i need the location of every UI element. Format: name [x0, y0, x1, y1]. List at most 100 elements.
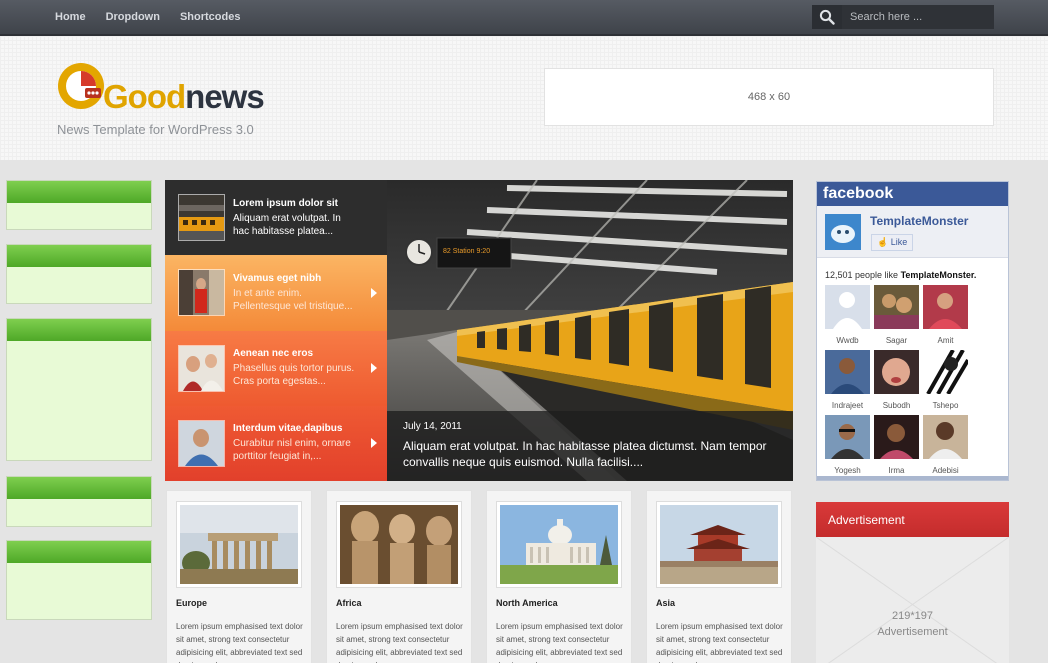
- advertisement-title: Advertisement: [816, 502, 1009, 537]
- banner-size-label: 468 x 60: [747, 91, 791, 103]
- fan-name: Adebisi: [932, 466, 959, 475]
- logo-mark-icon: [58, 63, 104, 109]
- facebook-footer-bar: [817, 476, 1008, 480]
- card-excerpt: Lorem ipsum emphasised text dolor sit am…: [656, 622, 783, 663]
- fan-name: Wwdb: [836, 336, 859, 345]
- ad-placeholder-cross: [816, 537, 1009, 663]
- slider-caption-text: Aliquam erat volutpat. In hac habitasse …: [403, 439, 767, 469]
- widget-title-bar: [7, 477, 151, 499]
- sidebar-widget-5: [6, 540, 152, 620]
- search-button[interactable]: [812, 5, 842, 29]
- facebook-fan[interactable]: Sagar: [874, 285, 919, 345]
- slider-thumbnail: [178, 194, 225, 242]
- slider-item[interactable]: Vivamus eget nibh In et ante enim. Pelle…: [165, 255, 387, 331]
- like-label: Like: [890, 237, 908, 247]
- slider-item-title: Interdum vitae,dapibus: [233, 423, 343, 435]
- facebook-fan[interactable]: Yogesh: [825, 415, 870, 475]
- slider-item[interactable]: Aenean nec eros Phasellus quis tortor pu…: [165, 330, 387, 406]
- slider-item-title: Lorem ipsum dolor sit: [233, 197, 339, 209]
- search-input[interactable]: [842, 5, 994, 29]
- category-card-north-america[interactable]: North America Lorem ipsum emphasised tex…: [486, 490, 632, 663]
- category-card-asia[interactable]: Asia Lorem ipsum emphasised text dolor s…: [646, 490, 792, 663]
- slider-item[interactable]: Lorem ipsum dolor sit Aliquam erat volut…: [165, 180, 387, 256]
- facebook-fan[interactable]: Amit: [923, 285, 968, 345]
- search-icon: [819, 9, 835, 25]
- ad-size-label: 219*197: [892, 610, 933, 622]
- main-menu: Home Dropdown Shortcodes: [55, 0, 240, 34]
- facebook-fan[interactable]: Subodh: [874, 350, 919, 410]
- advertisement-widget: Advertisement 219*197 Advertisement: [816, 502, 1009, 663]
- slider-nav-list: Lorem ipsum dolor sit Aliquam erat volut…: [165, 180, 387, 481]
- slider-item-text: Interdum vitae,dapibus Curabitur nisl en…: [233, 423, 351, 463]
- slider-caption: July 14, 2011 Aliquam erat volutpat. In …: [387, 411, 793, 481]
- fan-name: Irma: [888, 466, 905, 475]
- fan-name: Subodh: [882, 401, 911, 410]
- advertisement-placeholder[interactable]: 219*197 Advertisement: [816, 537, 1009, 663]
- facebook-like-box: facebook TemplateMonster ☝ Like 12,501 p…: [816, 181, 1009, 481]
- fan-name: Yogesh: [834, 466, 861, 475]
- facebook-fan-count: 12,501 people like TemplateMonster.: [825, 270, 977, 280]
- chevron-right-icon: [371, 438, 377, 449]
- slider-item[interactable]: Interdum vitae,dapibus Curabitur nisl en…: [165, 405, 387, 481]
- chevron-right-icon: [371, 363, 377, 374]
- nav-home[interactable]: Home: [55, 11, 86, 23]
- category-card-europe[interactable]: Europe Lorem ipsum emphasised text dolor…: [166, 490, 312, 663]
- facebook-page-avatar[interactable]: [825, 214, 861, 250]
- sidebar-widget-3: [6, 318, 152, 461]
- card-excerpt: Lorem ipsum emphasised text dolor sit am…: [176, 622, 303, 663]
- thumbs-up-icon: ☝: [877, 237, 889, 247]
- station-sign-text: 82 Station 9:20: [443, 248, 490, 255]
- card-excerpt: Lorem ipsum emphasised text dolor sit am…: [496, 622, 623, 663]
- sidebar-widget-4: [6, 476, 152, 527]
- site-logo[interactable]: Goodnews News Template for WordPress 3.0: [55, 55, 285, 145]
- widget-title-bar: [7, 319, 151, 341]
- card-title[interactable]: North America: [496, 598, 558, 608]
- nav-shortcodes[interactable]: Shortcodes: [180, 11, 241, 23]
- widget-title-bar: [7, 181, 151, 203]
- facebook-fan[interactable]: Tshepo: [923, 349, 970, 410]
- search-box: [812, 5, 994, 29]
- slider-item-text: Lorem ipsum dolor sit Aliquam erat volut…: [233, 198, 341, 238]
- fan-name: Indrajeet: [831, 401, 864, 410]
- slider-item-line: Curabitur nisl enim, ornare: [233, 438, 351, 450]
- facebook-header[interactable]: facebook: [817, 182, 1008, 206]
- card-title[interactable]: Asia: [656, 598, 675, 608]
- slider-item-text: Vivamus eget nibh In et ante enim. Pelle…: [233, 273, 353, 313]
- facebook-fan[interactable]: Irma: [874, 415, 919, 475]
- category-card-africa[interactable]: Africa Lorem ipsum emphasised text dolor…: [326, 490, 472, 663]
- sidebar-widget-2: [6, 244, 152, 304]
- slider-caption-date: July 14, 2011: [403, 421, 462, 432]
- slider-item-line: Cras porta egestas...: [233, 376, 326, 388]
- featured-slider: Lorem ipsum dolor sit Aliquam erat volut…: [165, 180, 793, 481]
- sidebar-widget-1: [6, 180, 152, 230]
- slider-main-image[interactable]: 82 Station 9:20 July 14, 2011 Aliquam er…: [387, 180, 793, 481]
- site-header: Goodnews News Template for WordPress 3.0…: [0, 36, 1048, 160]
- ad-text-label: Advertisement: [877, 626, 948, 638]
- facebook-fan[interactable]: Indrajeet: [825, 350, 870, 410]
- slider-thumbnail: [178, 419, 225, 467]
- slider-item-line: In et ante enim.: [233, 287, 302, 299]
- slider-item-title: Vivamus eget nibh: [233, 272, 322, 284]
- card-image: [496, 501, 622, 588]
- header-banner-ad[interactable]: 468 x 60: [544, 68, 994, 126]
- site-tagline: News Template for WordPress 3.0: [57, 122, 254, 137]
- widget-title-bar: [7, 541, 151, 563]
- facebook-page-name[interactable]: TemplateMonster: [870, 214, 968, 228]
- facebook-fan[interactable]: Wwdb: [825, 285, 870, 345]
- templatemonster-logo-icon: [825, 214, 861, 250]
- card-title[interactable]: Africa: [336, 598, 362, 608]
- default-avatar-icon: [825, 285, 870, 329]
- card-title[interactable]: Europe: [176, 598, 207, 608]
- nav-dropdown[interactable]: Dropdown: [106, 11, 160, 23]
- facebook-like-button[interactable]: ☝ Like: [871, 234, 914, 251]
- facebook-fan[interactable]: Adebisi: [923, 415, 968, 475]
- slider-item-line: porttitor feugiat in,...: [233, 451, 322, 463]
- top-nav-bar: Home Dropdown Shortcodes: [0, 0, 1048, 36]
- fan-name: Tshepo: [932, 401, 959, 410]
- chevron-right-icon: [371, 287, 377, 298]
- logo-wordmark: Goodnews: [103, 78, 265, 115]
- card-image: [336, 501, 462, 588]
- card-image: [656, 501, 782, 588]
- fan-name: Amit: [937, 336, 954, 345]
- fan-name: Sagar: [885, 336, 908, 345]
